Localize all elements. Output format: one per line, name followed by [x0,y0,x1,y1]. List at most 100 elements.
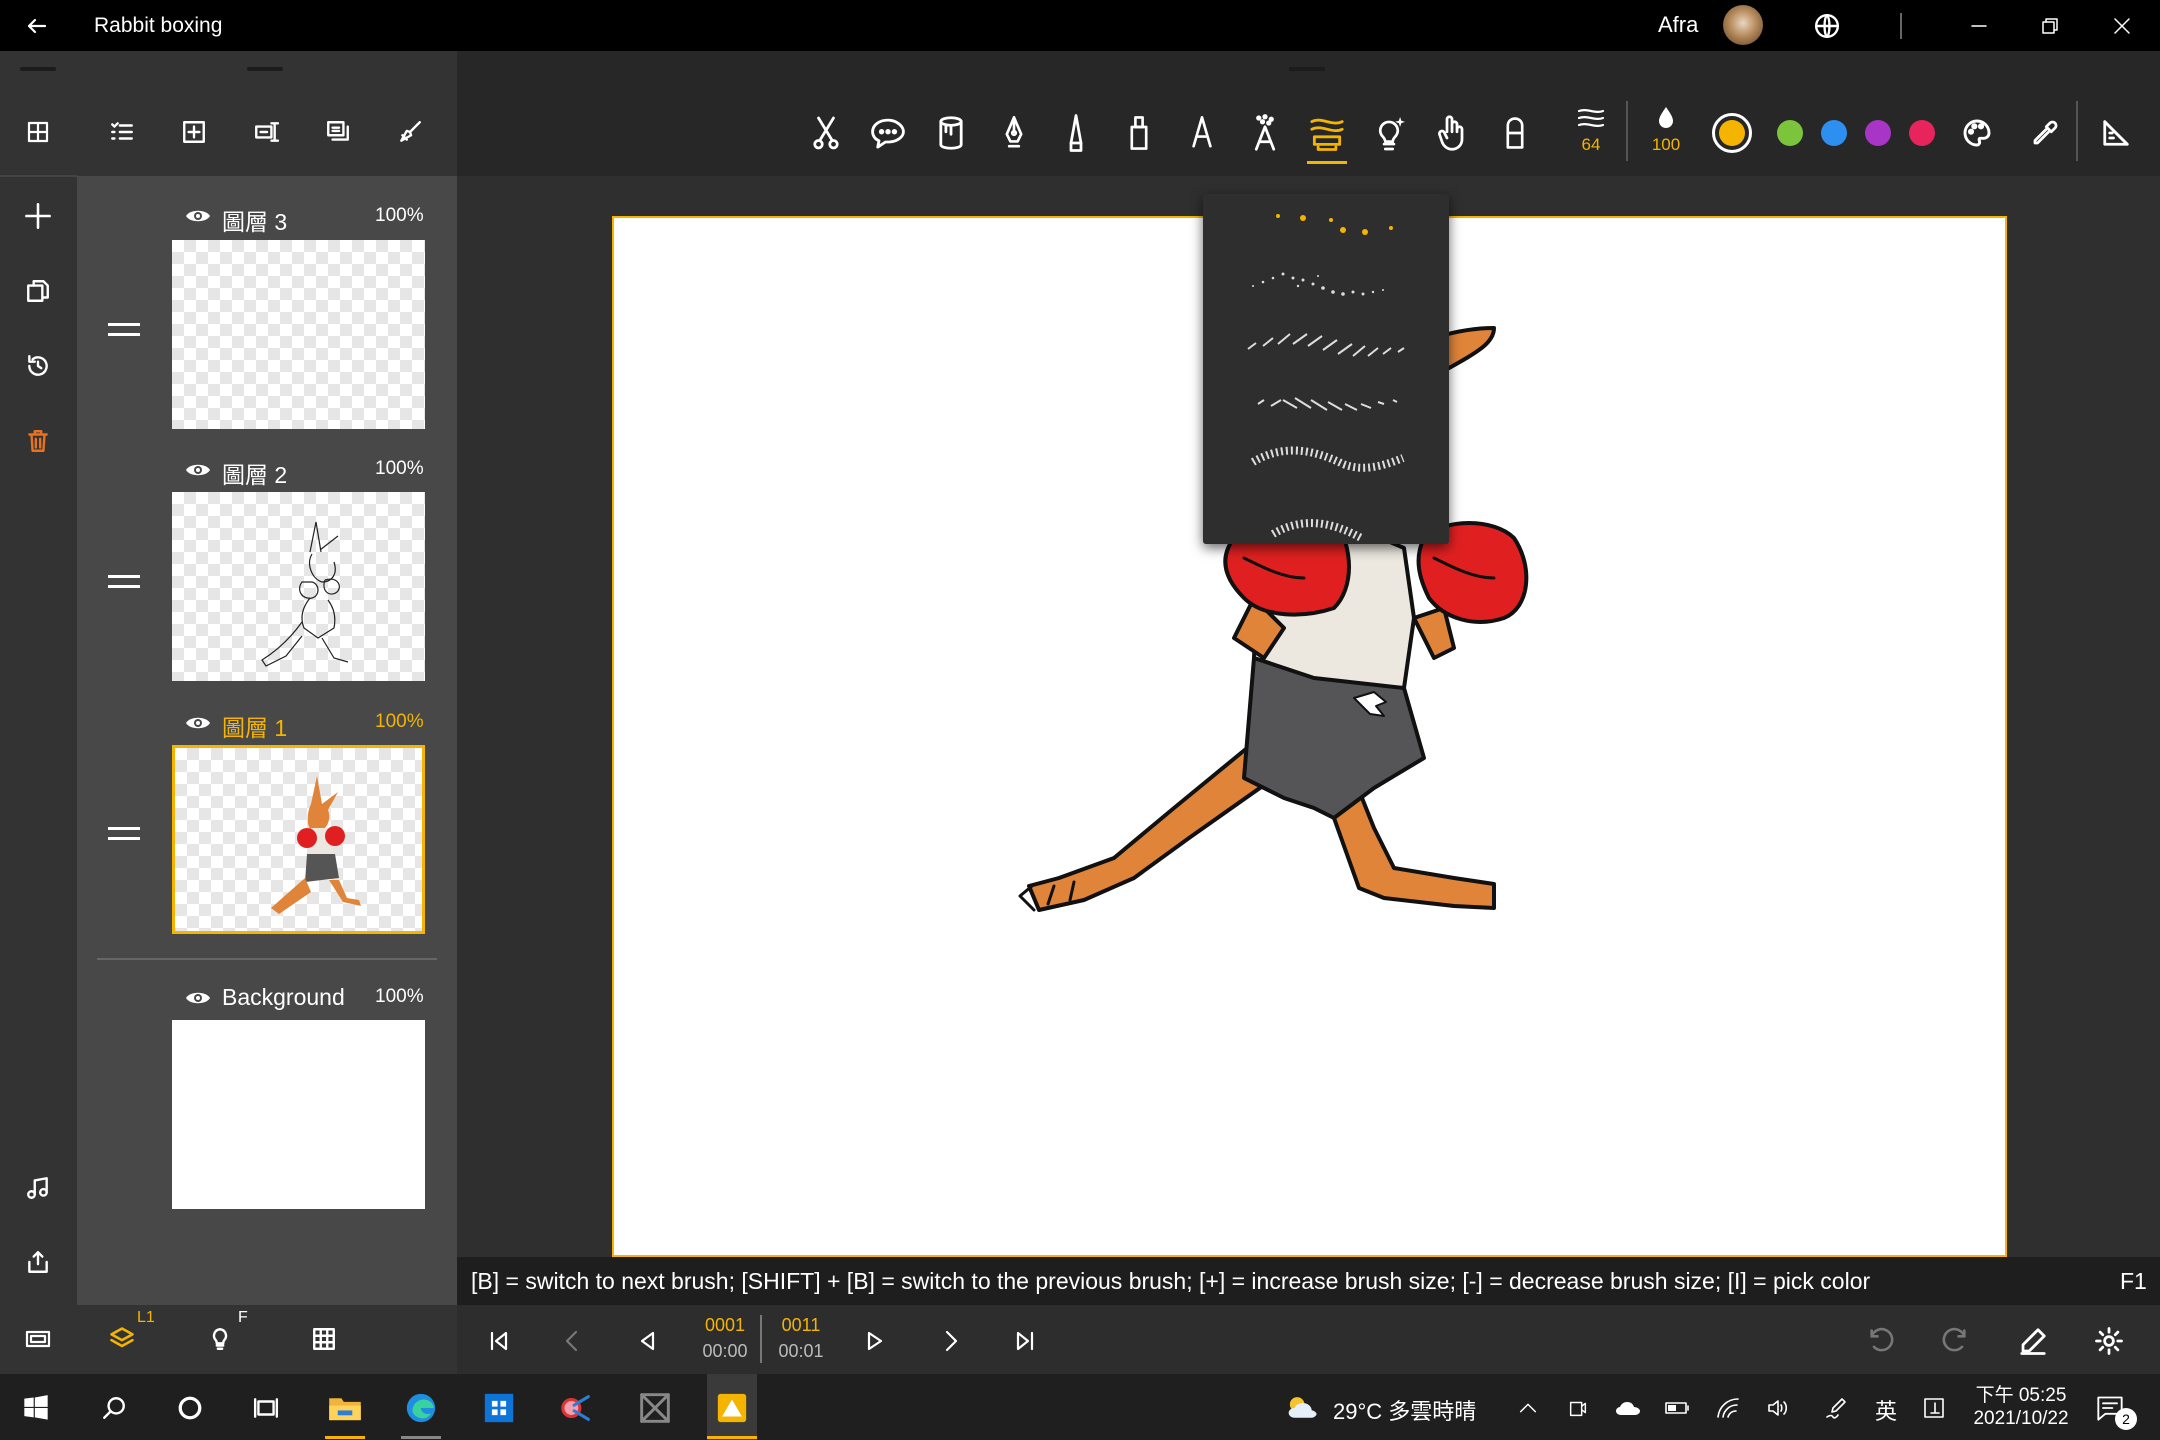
chevron-up-icon[interactable] [1512,1392,1544,1424]
back-arrow-icon[interactable] [20,9,54,43]
minimize-icon[interactable] [1962,9,1996,43]
frames-icon[interactable] [20,1321,56,1357]
meet-now-icon[interactable] [1562,1392,1594,1424]
layer-thumbnail[interactable] [172,240,425,429]
texture-brush-icon[interactable] [1303,107,1351,159]
brush-preset-dots[interactable] [1276,214,1393,235]
reorder-handle[interactable] [108,323,140,336]
merge-layer-icon[interactable] [248,114,284,150]
music-icon[interactable] [20,1170,56,1206]
scissors-icon[interactable] [802,109,850,157]
close-icon[interactable] [2105,9,2139,43]
layer-list-icon[interactable] [104,114,140,150]
duplicate-icon[interactable] [20,273,56,309]
pencil-tip-icon[interactable] [1052,109,1100,157]
weather-partly-cloudy-icon[interactable] [1284,1390,1320,1426]
ime-indicator[interactable]: 英 [1875,1394,1897,1426]
drag-handle[interactable] [247,67,283,71]
settings-gear-icon[interactable] [2089,1321,2129,1361]
grid-icon[interactable] [306,1321,342,1357]
windows-start-icon[interactable] [18,1390,54,1426]
speech-bubble-icon[interactable] [864,109,912,157]
opacity-value[interactable]: 100 [1642,135,1690,155]
color-swatch-pink[interactable] [1909,120,1935,146]
microsoft-store-icon[interactable] [479,1388,519,1428]
brush-preset-slash[interactable] [1257,397,1398,411]
hand-tool-icon[interactable] [1428,109,1476,157]
reorder-handle[interactable] [108,827,140,840]
color-swatch-green[interactable] [1777,120,1803,146]
weather-text[interactable]: 29°C 多雲時晴 [1333,1394,1476,1426]
layer-thumbnail[interactable] [172,745,425,934]
edge-browser-icon[interactable] [401,1388,441,1428]
pen-workspace-icon[interactable] [1820,1392,1852,1424]
pen-edit-icon[interactable] [2013,1321,2053,1361]
trash-icon[interactable] [20,423,56,459]
clock-time[interactable]: 下午 05:25 [1966,1380,2076,1407]
clear-layer-brush-icon[interactable] [392,114,428,150]
redo-icon[interactable] [1935,1321,1975,1361]
export-icon[interactable] [20,1244,56,1280]
ruler-triangle-icon[interactable] [2092,109,2140,157]
paint-bucket-icon[interactable] [927,109,975,157]
reorder-handle[interactable] [108,575,140,588]
color-swatch-blue[interactable] [1821,120,1847,146]
eraser-icon[interactable] [1491,109,1539,157]
onedrive-cloud-icon[interactable] [1612,1392,1644,1424]
color-swatch-purple[interactable] [1865,120,1891,146]
play-icon[interactable] [855,1321,895,1361]
brush-preset-hatch[interactable] [1247,333,1405,357]
brush-preset-wide[interactable] [1270,519,1365,543]
add-icon[interactable] [20,198,56,234]
layer-thumbnail[interactable] [172,492,425,681]
onion-skin-bulb-icon[interactable] [202,1321,238,1357]
drag-handle[interactable] [20,67,56,71]
chevron-right-icon[interactable] [930,1321,970,1361]
snipping-tool-icon[interactable] [557,1388,597,1428]
avatar[interactable] [1723,5,1763,45]
animation-app-icon[interactable] [712,1388,752,1428]
task-view-icon[interactable] [248,1390,284,1426]
brush-size-icon[interactable] [1567,103,1615,133]
chevron-left-icon[interactable] [553,1321,593,1361]
brush-size-value[interactable]: 64 [1567,135,1615,155]
eye-icon[interactable] [183,204,213,228]
marker-icon[interactable] [1115,109,1163,157]
eye-icon[interactable] [183,458,213,482]
brush-preset-spray[interactable] [1252,272,1384,296]
first-frame-icon[interactable] [479,1321,519,1361]
file-explorer-icon[interactable] [325,1388,365,1428]
layers-icon[interactable] [104,1321,140,1357]
layer-thumbnail[interactable] [172,1020,425,1209]
new-layer-icon[interactable] [176,114,212,150]
prev-frame-icon[interactable] [627,1321,667,1361]
search-icon[interactable] [96,1390,132,1426]
grid-view-icon[interactable] [20,114,56,150]
globe-icon[interactable] [1810,9,1844,43]
light-bulb-icon[interactable] [1365,109,1413,157]
battery-icon[interactable] [1662,1392,1694,1424]
restore-icon[interactable] [2033,9,2067,43]
clock-date[interactable]: 2021/10/22 [1960,1408,2082,1430]
layer-properties-icon[interactable] [320,114,356,150]
eyedropper-icon[interactable] [2021,109,2069,157]
history-icon[interactable] [20,348,56,384]
palette-icon[interactable] [1953,109,2001,157]
app-placeholder-icon[interactable] [635,1388,675,1428]
drag-handle[interactable] [1289,67,1325,71]
ime-mode-icon[interactable] [1918,1392,1950,1424]
color-swatch-selected[interactable] [1712,113,1752,153]
help-key[interactable]: F1 [2120,1268,2147,1295]
calligraphy-pen-icon[interactable] [1178,109,1226,157]
brush-preset-wave[interactable] [1250,446,1405,472]
volume-icon[interactable] [1762,1392,1794,1424]
airbrush-icon[interactable] [1241,109,1289,157]
undo-icon[interactable] [1861,1321,1901,1361]
eye-icon[interactable] [183,986,213,1010]
fountain-pen-icon[interactable] [990,109,1038,157]
wifi-icon[interactable] [1712,1392,1744,1424]
cortana-icon[interactable] [172,1390,208,1426]
eye-icon[interactable] [183,711,213,735]
opacity-drop-icon[interactable] [1642,103,1690,133]
last-frame-icon[interactable] [1005,1321,1045,1361]
